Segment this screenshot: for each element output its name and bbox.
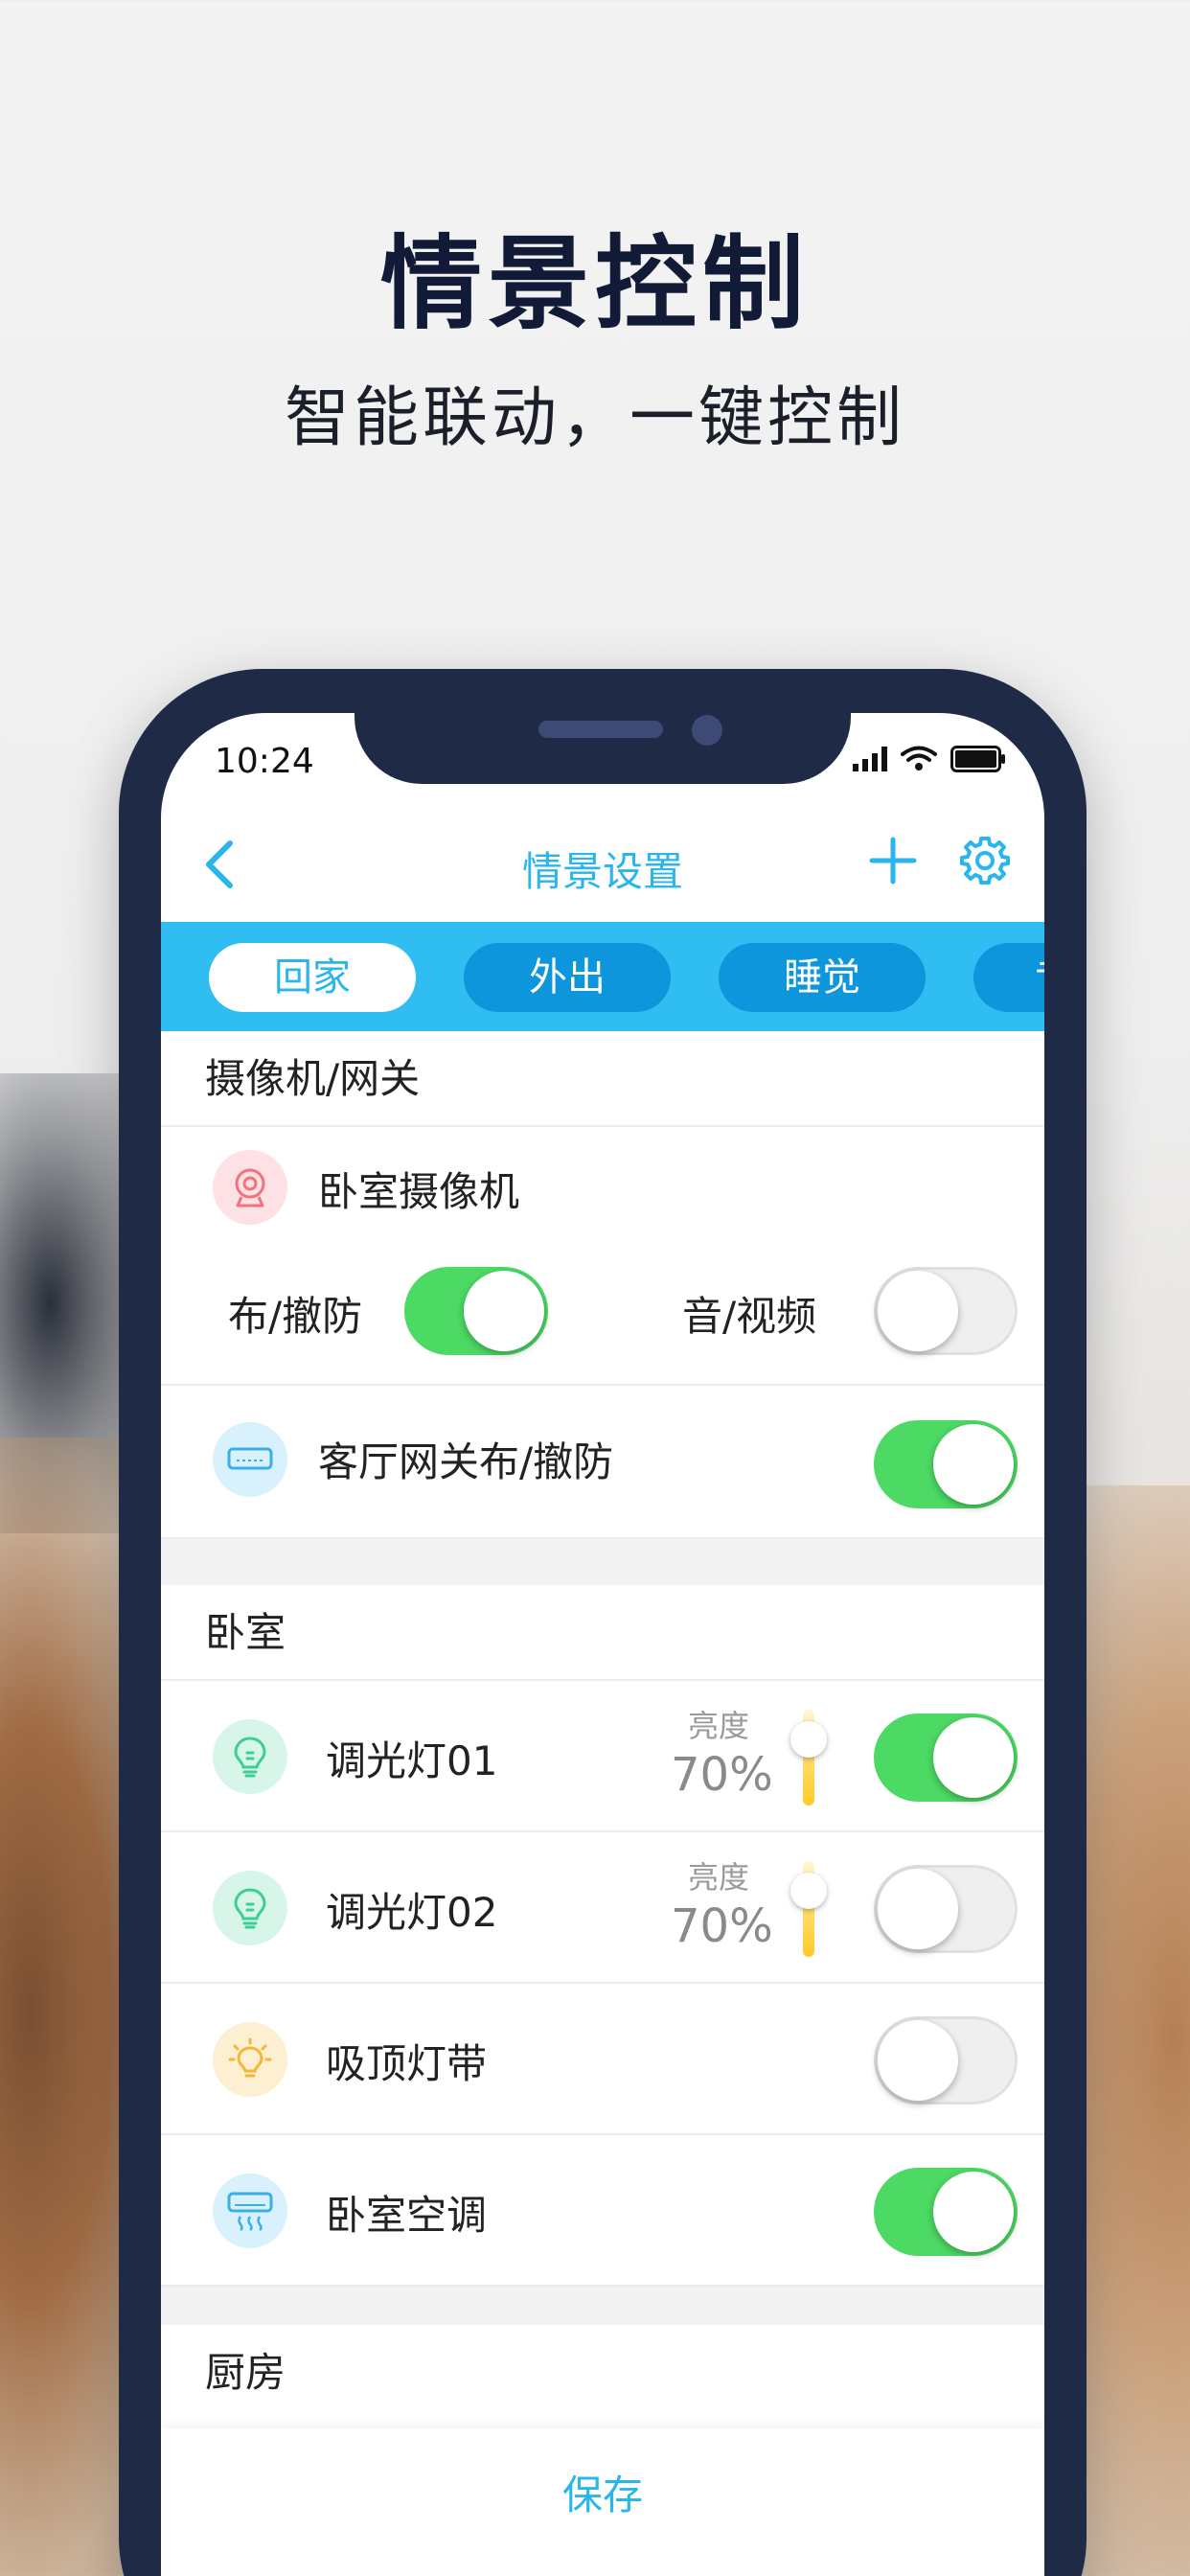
arm-toggle[interactable] — [404, 1267, 548, 1355]
scene-device-list: 摄像机/网关 卧室摄像机 布/撤防 音/视频 客厅网关布/撤防 卧室 调光灯01… — [161, 1031, 1044, 2421]
scene-tab-bar: 回家 外出 睡觉 专 — [161, 922, 1044, 1031]
section-gap — [161, 2287, 1044, 2325]
dimmer-02-name: 调光灯02 — [326, 1889, 498, 1936]
settings-gear-icon[interactable] — [958, 834, 1012, 887]
air-conditioner-toggle[interactable] — [874, 2168, 1018, 2256]
gateway-icon — [213, 1422, 287, 1497]
hero-title: 情景控制 — [380, 225, 810, 343]
dimmer-02-row: 调光灯02 亮度 70% — [161, 1832, 1044, 1984]
dimmer-01-brightness-value: 70% — [671, 1748, 773, 1802]
tab-partial[interactable]: 专 — [973, 943, 1044, 1012]
gateway-row: 客厅网关布/撤防 — [161, 1386, 1044, 1539]
bulb-icon — [213, 1719, 287, 1794]
status-time: 10:24 — [215, 742, 314, 781]
gateway-toggle[interactable] — [874, 1420, 1018, 1508]
av-label: 音/视频 — [682, 1293, 817, 1340]
air-conditioner-row: 卧室空调 — [161, 2135, 1044, 2287]
gateway-label: 客厅网关布/撤防 — [318, 1438, 614, 1485]
cellular-signal-icon — [853, 747, 887, 771]
arm-label: 布/撤防 — [228, 1293, 363, 1340]
dimmer-02-brightness-value: 70% — [671, 1899, 773, 1953]
air-conditioner-name: 卧室空调 — [326, 2192, 488, 2239]
ceiling-light-icon — [213, 2022, 287, 2097]
hero-subtitle: 智能联动，一键控制 — [284, 380, 905, 456]
add-icon[interactable] — [866, 834, 920, 887]
dimmer-01-slider-handle[interactable] — [790, 1721, 827, 1758]
dimmer-02-brightness-label: 亮度 — [688, 1859, 750, 1896]
webcam-icon — [213, 1150, 287, 1225]
phone-speaker — [538, 721, 663, 738]
dimmer-02-toggle[interactable] — [874, 1865, 1018, 1953]
bulb-icon — [213, 1871, 287, 1945]
section-header-kitchen: 厨房 — [205, 2349, 286, 2396]
dimmer-02-slider-handle[interactable] — [790, 1873, 827, 1909]
air-conditioner-icon — [213, 2174, 287, 2248]
section-header-bedroom: 卧室 — [161, 1585, 1044, 1681]
av-toggle[interactable] — [874, 1267, 1018, 1355]
save-bar: 保存 — [161, 2428, 1044, 2576]
save-button[interactable]: 保存 — [161, 2463, 1044, 2521]
section-header-camera: 摄像机/网关 — [161, 1031, 1044, 1127]
dimmer-01-row: 调光灯01 亮度 70% — [161, 1681, 1044, 1832]
wifi-icon — [901, 746, 937, 770]
dimmer-01-brightness-label: 亮度 — [688, 1708, 750, 1744]
tab-sleep[interactable]: 睡觉 — [719, 943, 926, 1012]
ceiling-light-toggle[interactable] — [874, 2016, 1018, 2104]
status-icons — [853, 746, 1006, 772]
camera-row: 卧室摄像机 布/撤防 音/视频 — [161, 1127, 1044, 1386]
ceiling-light-row: 吸顶灯带 — [161, 1984, 1044, 2135]
phone-front-camera — [692, 715, 722, 746]
ceiling-light-name: 吸顶灯带 — [326, 2040, 488, 2087]
tab-away[interactable]: 外出 — [464, 943, 671, 1012]
phone-screen: 10:24 情景设置 回家 外出 睡觉 摄像机/网关 卧室摄像机 布/撤防 音/… — [161, 713, 1044, 2576]
nav-bar: 情景设置 — [161, 809, 1044, 920]
dimmer-01-toggle[interactable] — [874, 1714, 1018, 1802]
dimmer-01-name: 调光灯01 — [326, 1737, 498, 1784]
camera-name: 卧室摄像机 — [318, 1168, 520, 1215]
tab-home[interactable]: 回家 — [209, 943, 416, 1012]
battery-icon — [950, 746, 1005, 772]
section-gap — [161, 1539, 1044, 1585]
